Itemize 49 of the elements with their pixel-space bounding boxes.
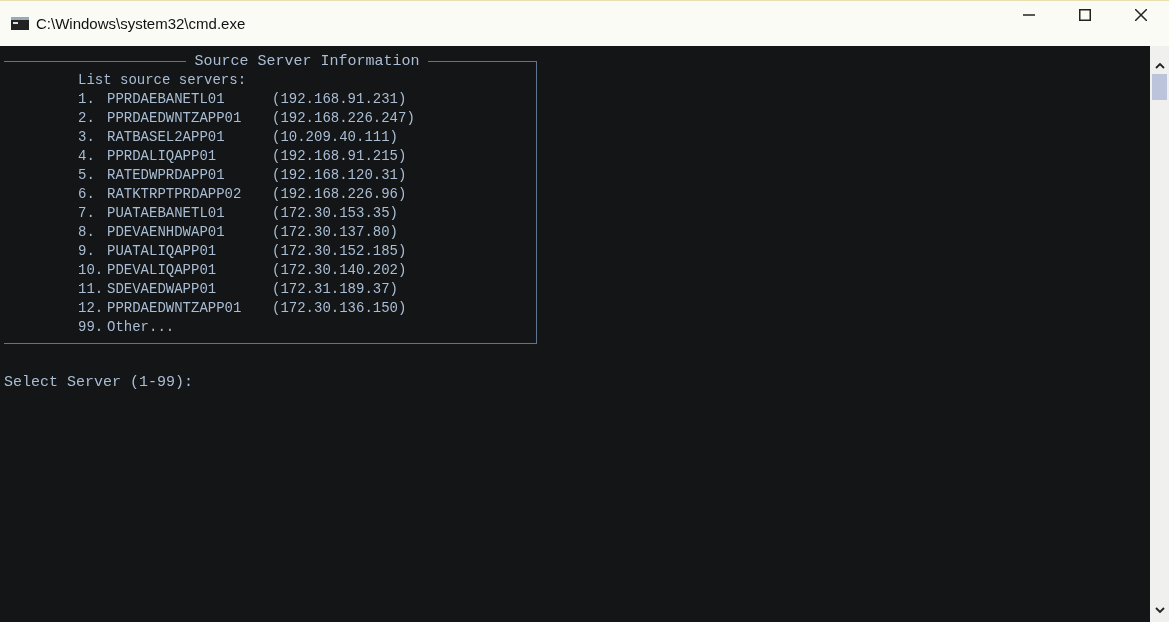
server-number: 4. bbox=[78, 147, 96, 166]
server-number: 1. bbox=[78, 90, 96, 109]
server-ip: (192.168.120.31) bbox=[272, 166, 407, 185]
server-ip: (10.209.40.111) bbox=[272, 128, 399, 147]
maximize-icon[interactable] bbox=[1079, 8, 1091, 21]
box-title: Source Server Information bbox=[193, 52, 421, 71]
server-ip: (172.31.189.37) bbox=[272, 280, 399, 299]
list-heading: List source servers: bbox=[78, 71, 248, 90]
server-name: PPRDAEDWNTZAPP01 bbox=[107, 109, 243, 128]
server-name: RATEDWPRDAPP01 bbox=[107, 166, 226, 185]
server-number: 12. bbox=[78, 299, 105, 318]
console-icon bbox=[11, 17, 29, 30]
server-name: PPRDALIQAPP01 bbox=[107, 147, 218, 166]
server-number: 7. bbox=[78, 204, 96, 223]
server-number: 11. bbox=[78, 280, 105, 299]
option-label: Other... bbox=[107, 318, 176, 337]
server-ip: (172.30.137.80) bbox=[272, 223, 399, 242]
server-number: 6. bbox=[78, 185, 96, 204]
server-name: RATBASEL2APP01 bbox=[107, 128, 226, 147]
server-name: SDEVAEDWAPP01 bbox=[107, 280, 218, 299]
server-number: 5. bbox=[78, 166, 96, 185]
server-name: PUATAEBANETL01 bbox=[107, 204, 226, 223]
server-ip: (172.30.152.185) bbox=[272, 242, 407, 261]
scroll-up-icon[interactable] bbox=[1154, 62, 1165, 70]
server-ip: (192.168.226.247) bbox=[272, 109, 415, 128]
server-number: 10. bbox=[78, 261, 105, 280]
server-ip: (172.30.136.150) bbox=[272, 299, 407, 318]
scrollbar-thumb[interactable] bbox=[1152, 74, 1167, 100]
server-ip: (192.168.226.96) bbox=[272, 185, 407, 204]
server-name: PDEVALIQAPP01 bbox=[107, 261, 218, 280]
server-number: 8. bbox=[78, 223, 96, 242]
server-name: PPRDAEBANETL01 bbox=[107, 90, 226, 109]
server-name: PUATALIQAPP01 bbox=[107, 242, 218, 261]
server-ip: (172.30.140.202) bbox=[272, 261, 407, 280]
close-icon[interactable] bbox=[1135, 8, 1147, 21]
window-title: C:\Windows\system32\cmd.exe bbox=[36, 15, 246, 32]
command-prompt: Select Server (1-99): bbox=[3, 373, 195, 392]
server-ip: (192.168.91.231) bbox=[272, 90, 407, 109]
server-number: 9. bbox=[78, 242, 96, 261]
scrollbar[interactable] bbox=[1150, 46, 1169, 622]
server-name: PDEVAENHDWAP01 bbox=[107, 223, 226, 242]
server-name: PPRDAEDWNTZAPP01 bbox=[107, 299, 243, 318]
server-name: RATKTRPTPRDAPP02 bbox=[107, 185, 243, 204]
server-ip: (192.168.91.215) bbox=[272, 147, 407, 166]
scroll-down-icon[interactable] bbox=[1154, 606, 1165, 614]
option-number: 99. bbox=[78, 318, 105, 337]
server-number: 3. bbox=[78, 128, 96, 147]
server-ip: (172.30.153.35) bbox=[272, 204, 399, 223]
server-number: 2. bbox=[78, 109, 96, 128]
